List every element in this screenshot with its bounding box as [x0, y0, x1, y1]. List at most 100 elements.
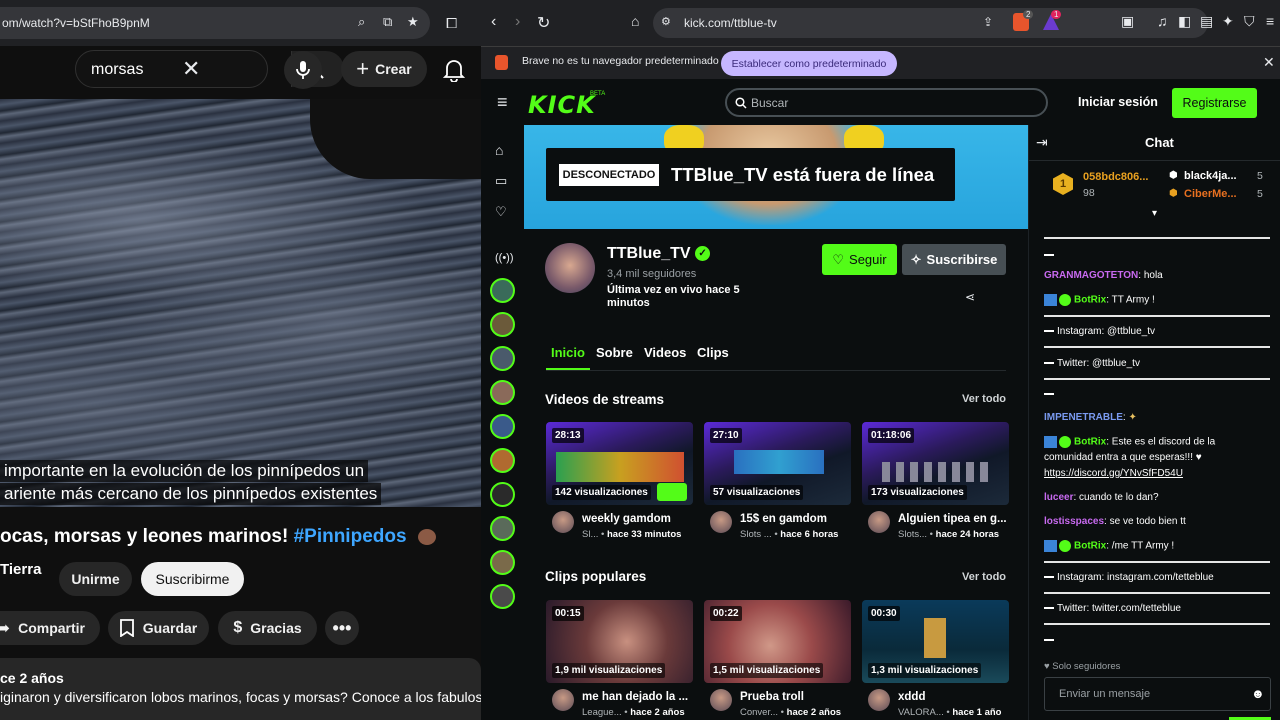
stream-title[interactable]: 15$ en gamdom [740, 513, 850, 525]
register-button[interactable]: Registrarse [1172, 88, 1257, 118]
chat-username[interactable]: BotRix [1074, 295, 1106, 306]
install-icon[interactable]: ⧉ [383, 14, 392, 30]
clip-thumbnail[interactable]: 00:15 1,9 mil visualizaciones [546, 600, 693, 683]
home-icon[interactable]: ⌂ [495, 142, 503, 158]
stream-category[interactable]: Slots ... [740, 529, 772, 540]
streams-see-all[interactable]: Ver todo [962, 393, 1006, 405]
tab-videos[interactable]: Videos [644, 345, 686, 360]
bookmark-star-icon[interactable]: ★ [407, 14, 419, 30]
extensions-icon[interactable]: ⧠ [446, 15, 457, 32]
following-heart-icon[interactable]: ♡ [495, 204, 507, 220]
clip-avatar[interactable] [552, 689, 574, 711]
discord-link[interactable]: https://discord.gg/YNvSfFD54U [1044, 468, 1183, 479]
close-notice-icon[interactable]: ✕ [1263, 54, 1275, 71]
share-page-icon[interactable]: ⇪ [983, 15, 993, 29]
channel-avatar[interactable] [545, 243, 595, 293]
tab-clips[interactable]: Clips [697, 345, 729, 360]
menu-icon[interactable]: ≡ [1266, 13, 1274, 29]
chat-username[interactable]: lostisspaces [1044, 516, 1104, 527]
clips-see-all[interactable]: Ver todo [962, 571, 1006, 583]
browse-icon[interactable]: ▭ [495, 173, 507, 189]
clip-title[interactable]: xddd [898, 691, 1008, 703]
live-channels-icon[interactable]: ((•)) [495, 252, 514, 264]
notifications-bell-icon[interactable] [443, 58, 465, 82]
chat-input[interactable]: Enviar un mensaje ☻ [1044, 677, 1271, 711]
join-button[interactable]: Unirme [59, 562, 132, 596]
tab-inicio[interactable]: Inicio [551, 345, 585, 360]
kick-search-placeholder[interactable]: Buscar [751, 96, 788, 110]
chat-username[interactable]: BotRix [1074, 437, 1106, 448]
stream-thumbnail[interactable]: 01:18:06 173 visualizaciones [862, 422, 1009, 505]
media-icon[interactable]: ♫ [1157, 13, 1168, 29]
top3-name[interactable]: CiberMe... [1184, 188, 1237, 200]
clip-avatar[interactable] [710, 689, 732, 711]
clip-category[interactable]: Conver... [740, 707, 778, 718]
set-default-button[interactable]: Establecer como predeterminado [721, 51, 897, 76]
forward-icon[interactable]: › [515, 13, 520, 31]
wallet-icon[interactable]: ▤ [1200, 13, 1213, 30]
hashtag-link[interactable]: #Pinnipedos [294, 526, 407, 547]
top1-name[interactable]: 058bdc806... [1083, 171, 1148, 183]
share-button[interactable]: ➦ Compartir [0, 611, 100, 645]
clip-title[interactable]: Prueba troll [740, 691, 850, 703]
stream-title[interactable]: Alguien tipea en g... [898, 513, 1008, 525]
sidebar-channel-avatar[interactable] [490, 346, 515, 371]
follow-button[interactable]: ♡ Seguir [822, 244, 897, 275]
more-actions-button[interactable]: ••• [325, 611, 359, 645]
leo-ai-icon[interactable]: ✦ [1222, 13, 1234, 30]
stream-thumbnail[interactable]: 27:10 57 visualizaciones [704, 422, 851, 505]
share-channel-icon[interactable]: ⋖ [965, 290, 975, 304]
clip-category[interactable]: League... [582, 707, 622, 718]
sidebar-channel-avatar[interactable] [490, 380, 515, 405]
collapse-chat-icon[interactable]: ⇥ [1036, 134, 1048, 151]
top2-name[interactable]: black4ja... [1184, 170, 1237, 182]
create-button[interactable]: + Crear [341, 51, 427, 87]
stream-category[interactable]: Sl... [582, 529, 598, 540]
sidebar-channel-avatar[interactable] [490, 278, 515, 303]
split-view-icon[interactable]: ◧ [1178, 13, 1191, 30]
sidebar-channel-avatar[interactable] [490, 312, 515, 337]
pinned-expand-icon[interactable]: ▾ [1152, 208, 1157, 219]
chat-username[interactable]: IMPENETRABLE [1044, 412, 1123, 423]
stream-avatar[interactable] [710, 511, 732, 533]
kick-logo[interactable]: KICK [528, 91, 596, 119]
save-button[interactable]: Guardar [108, 611, 209, 645]
login-link[interactable]: Iniciar sesión [1078, 95, 1158, 109]
left-address-bar[interactable]: om/watch?v=bStFhoB9pnM ⌕ ⧉ ★ [0, 7, 430, 39]
sidebar-channel-avatar[interactable] [490, 584, 515, 609]
clip-thumbnail[interactable]: 00:22 1,5 mil visualizaciones [704, 600, 851, 683]
sidebar-channel-avatar[interactable] [490, 482, 515, 507]
reload-icon[interactable]: ↻ [537, 13, 550, 33]
sidebar-toggle-icon[interactable]: ▣ [1121, 13, 1134, 30]
channel-name[interactable]: Tierra [0, 561, 41, 578]
voice-search-button[interactable] [284, 51, 322, 89]
chat-username[interactable]: BotRix [1074, 541, 1106, 552]
subscribe-kick-button[interactable]: ✧ Suscribirse [902, 244, 1006, 275]
back-icon[interactable]: ‹ [491, 13, 496, 31]
sidebar-channel-avatar[interactable] [490, 448, 515, 473]
thanks-button[interactable]: $ Gracias [218, 611, 317, 645]
hamburger-menu-icon[interactable]: ≡ [497, 92, 508, 113]
video-player[interactable] [0, 99, 481, 507]
subscribe-button[interactable]: Suscribirme [141, 562, 244, 596]
clip-thumbnail[interactable]: 00:30 1,3 mil visualizaciones [862, 600, 1009, 683]
description-box[interactable]: ce 2 años iginaron y diversificaron lobo… [0, 658, 481, 720]
tab-sobre[interactable]: Sobre [596, 345, 633, 360]
stream-avatar[interactable] [552, 511, 574, 533]
search-input[interactable]: morsas [91, 61, 143, 79]
chat-username[interactable]: luceer [1044, 492, 1073, 503]
clip-title[interactable]: me han dejado la ... [582, 691, 692, 703]
vpn-icon[interactable]: ⛉ [1244, 13, 1255, 30]
stream-title[interactable]: weekly gamdom [582, 513, 692, 525]
clip-avatar[interactable] [868, 689, 890, 711]
clear-search-icon[interactable]: ✕ [182, 56, 200, 82]
stream-category[interactable]: Slots... [898, 529, 927, 540]
sidebar-channel-avatar[interactable] [490, 414, 515, 439]
search-box[interactable]: morsas ✕ [75, 50, 344, 88]
clip-category[interactable]: VALORA... [898, 707, 944, 718]
chat-username[interactable]: GRANMAGOTETON [1044, 270, 1138, 281]
site-info-icon[interactable]: ⚙ [661, 15, 671, 28]
emoji-picker-icon[interactable]: ☻ [1251, 686, 1265, 701]
stream-thumbnail[interactable]: 28:13 142 visualizaciones [546, 422, 693, 505]
sidebar-channel-avatar[interactable] [490, 550, 515, 575]
